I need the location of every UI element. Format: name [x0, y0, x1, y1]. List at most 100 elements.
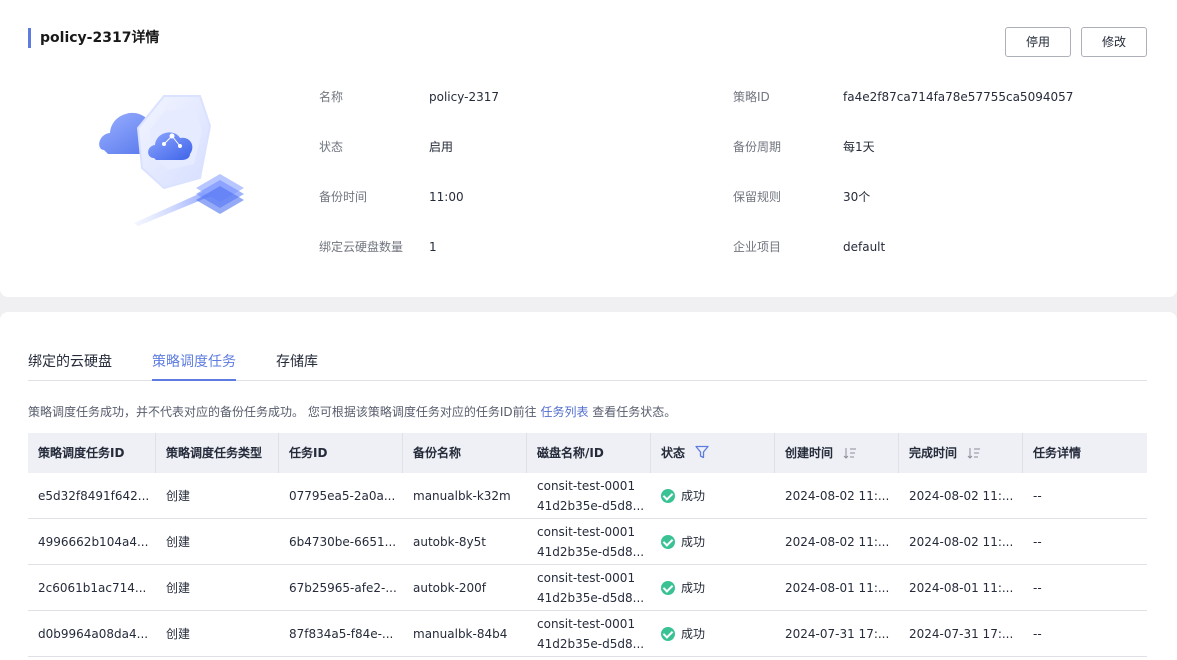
- backup-time-label: 备份时间: [319, 190, 368, 204]
- cell-finished: 2024-07-31 17:...: [909, 627, 1014, 641]
- cell-detail: --: [1033, 581, 1042, 595]
- tab-bar: 绑定的云硬盘 策略调度任务 存储库: [28, 353, 1147, 381]
- disable-button[interactable]: 停用: [1005, 27, 1071, 57]
- cell-backup-name: autobk-8y5t: [413, 535, 486, 549]
- col-finished-time: 完成时间: [899, 433, 1023, 473]
- success-icon: [661, 581, 675, 595]
- name-value: policy-2317: [429, 90, 499, 104]
- success-icon: [661, 489, 675, 503]
- status-value: 启用: [429, 140, 454, 154]
- cell-backup-name: manualbk-84b4: [413, 627, 508, 641]
- cell-status: 成功: [651, 473, 775, 519]
- disk-name: consit-test-0001: [537, 525, 636, 539]
- page-title: policy-2317详情: [28, 28, 159, 48]
- backup-cycle-value: 每1天: [843, 140, 875, 154]
- name-label: 名称: [319, 90, 344, 104]
- cell-task-id: 87f834a5-f84e-...: [289, 627, 394, 641]
- cell-disk: consit-test-0001 41d2b35e-d5d8...: [527, 473, 651, 519]
- cell-backup-name: manualbk-k32m: [413, 489, 511, 503]
- cell-detail: --: [1033, 535, 1042, 549]
- notice-text: 策略调度任务成功，并不代表对应的备份任务成功。 您可根据该策略调度任务对应的任务…: [28, 404, 676, 420]
- tab-bound-disks[interactable]: 绑定的云硬盘: [28, 353, 112, 381]
- cell-type: 创建: [166, 581, 191, 595]
- col-created-label: 创建时间: [785, 446, 834, 460]
- status-text: 成功: [681, 581, 706, 595]
- notice-suffix: 查看任务状态。: [592, 405, 677, 419]
- disk-id: 41d2b35e-d5d8...: [537, 591, 645, 605]
- policy-id-label: 策略ID: [733, 90, 770, 104]
- cell-detail: --: [1033, 627, 1042, 641]
- col-disk-name-id: 磁盘名称/ID: [537, 446, 604, 460]
- cell-status: 成功: [651, 565, 775, 611]
- disk-id: 41d2b35e-d5d8...: [537, 545, 645, 559]
- disk-id: 41d2b35e-d5d8...: [537, 499, 645, 513]
- enterprise-project-value: default: [843, 240, 886, 254]
- task-list-link[interactable]: 任务列表: [540, 405, 588, 419]
- table-header: 策略调度任务ID 策略调度任务类型 任务ID 备份名称 磁盘名称/ID 状态 创…: [28, 433, 1147, 473]
- status-text: 成功: [681, 627, 706, 641]
- sort-icon[interactable]: [967, 447, 981, 459]
- col-finished-label: 完成时间: [909, 446, 958, 460]
- cell-disk: consit-test-0001 41d2b35e-d5d8...: [527, 611, 651, 657]
- tab-schedule-tasks[interactable]: 策略调度任务: [152, 353, 236, 381]
- cell-created: 2024-07-31 17:...: [785, 627, 890, 641]
- backup-time-value: 11:00: [429, 190, 464, 204]
- col-task-detail: 任务详情: [1033, 446, 1082, 460]
- cell-detail: --: [1033, 489, 1042, 503]
- retention-rule-label: 保留规则: [733, 190, 782, 204]
- cell-schedule-task-id: d0b9964a08da4...: [38, 627, 149, 641]
- cell-backup-name: autobk-200f: [413, 581, 487, 595]
- tasks-card: 绑定的云硬盘 策略调度任务 存储库 策略调度任务成功，并不代表对应的备份任务成功…: [0, 312, 1177, 660]
- cell-finished: 2024-08-02 11:...: [909, 489, 1014, 503]
- cell-type: 创建: [166, 535, 191, 549]
- cell-schedule-task-id: 4996662b104a4...: [38, 535, 149, 549]
- table-row: 2c6061b1ac714... 创建 67b25965-afe2-... au…: [28, 565, 1147, 611]
- filter-icon[interactable]: [695, 445, 709, 459]
- disk-name: consit-test-0001: [537, 571, 636, 585]
- cell-created: 2024-08-02 11:...: [785, 535, 890, 549]
- cell-disk: consit-test-0001 41d2b35e-d5d8...: [527, 519, 651, 565]
- backup-cycle-label: 备份周期: [733, 140, 782, 154]
- cell-created: 2024-08-02 11:...: [785, 489, 890, 503]
- policy-detail-card: policy-2317详情 停用 修改 名称 policy-2317 状态 启用…: [0, 0, 1177, 297]
- cell-schedule-task-id: 2c6061b1ac714...: [38, 581, 147, 595]
- bound-disk-count-label: 绑定云硬盘数量: [319, 240, 404, 254]
- tab-vault[interactable]: 存储库: [276, 353, 318, 381]
- edit-button[interactable]: 修改: [1081, 27, 1147, 57]
- col-status-label: 状态: [661, 446, 686, 460]
- retention-rule-value: 30个: [843, 190, 871, 204]
- col-schedule-task-type: 策略调度任务类型: [166, 446, 263, 460]
- success-icon: [661, 627, 675, 641]
- cell-created: 2024-08-01 11:...: [785, 581, 890, 595]
- enterprise-project-label: 企业项目: [733, 240, 782, 254]
- cell-status: 成功: [651, 519, 775, 565]
- table-row: e5d32f8491f642... 创建 07795ea5-2a0a... ma…: [28, 473, 1147, 519]
- sort-icon[interactable]: [843, 447, 857, 459]
- col-backup-name: 备份名称: [413, 446, 462, 460]
- cell-status: 成功: [651, 611, 775, 657]
- status-label: 状态: [319, 140, 344, 154]
- col-task-id: 任务ID: [289, 446, 328, 460]
- table-row: d0b9964a08da4... 创建 87f834a5-f84e-... ma…: [28, 611, 1147, 657]
- cell-schedule-task-id: e5d32f8491f642...: [38, 489, 150, 503]
- col-created-time: 创建时间: [775, 433, 899, 473]
- success-icon: [661, 535, 675, 549]
- col-status: 状态: [651, 433, 775, 473]
- cell-finished: 2024-08-02 11:...: [909, 535, 1014, 549]
- status-text: 成功: [681, 489, 706, 503]
- notice-prefix: 策略调度任务成功，并不代表对应的备份任务成功。 您可根据该策略调度任务对应的任务…: [28, 405, 537, 419]
- bound-disk-count-value: 1: [429, 240, 437, 254]
- table-row: 4996662b104a4... 创建 6b4730be-6651... aut…: [28, 519, 1147, 565]
- disk-name: consit-test-0001: [537, 617, 636, 631]
- col-schedule-task-id: 策略调度任务ID: [38, 446, 125, 460]
- cell-task-id: 07795ea5-2a0a...: [289, 489, 396, 503]
- cell-task-id: 6b4730be-6651...: [289, 535, 397, 549]
- cell-task-id: 67b25965-afe2-...: [289, 581, 397, 595]
- cell-finished: 2024-08-01 11:...: [909, 581, 1014, 595]
- cloud-backup-illustration-icon: [99, 95, 244, 226]
- cell-disk: consit-test-0001 41d2b35e-d5d8...: [527, 565, 651, 611]
- cell-type: 创建: [166, 627, 191, 641]
- cell-type: 创建: [166, 489, 191, 503]
- status-text: 成功: [681, 535, 706, 549]
- disk-name: consit-test-0001: [537, 479, 636, 493]
